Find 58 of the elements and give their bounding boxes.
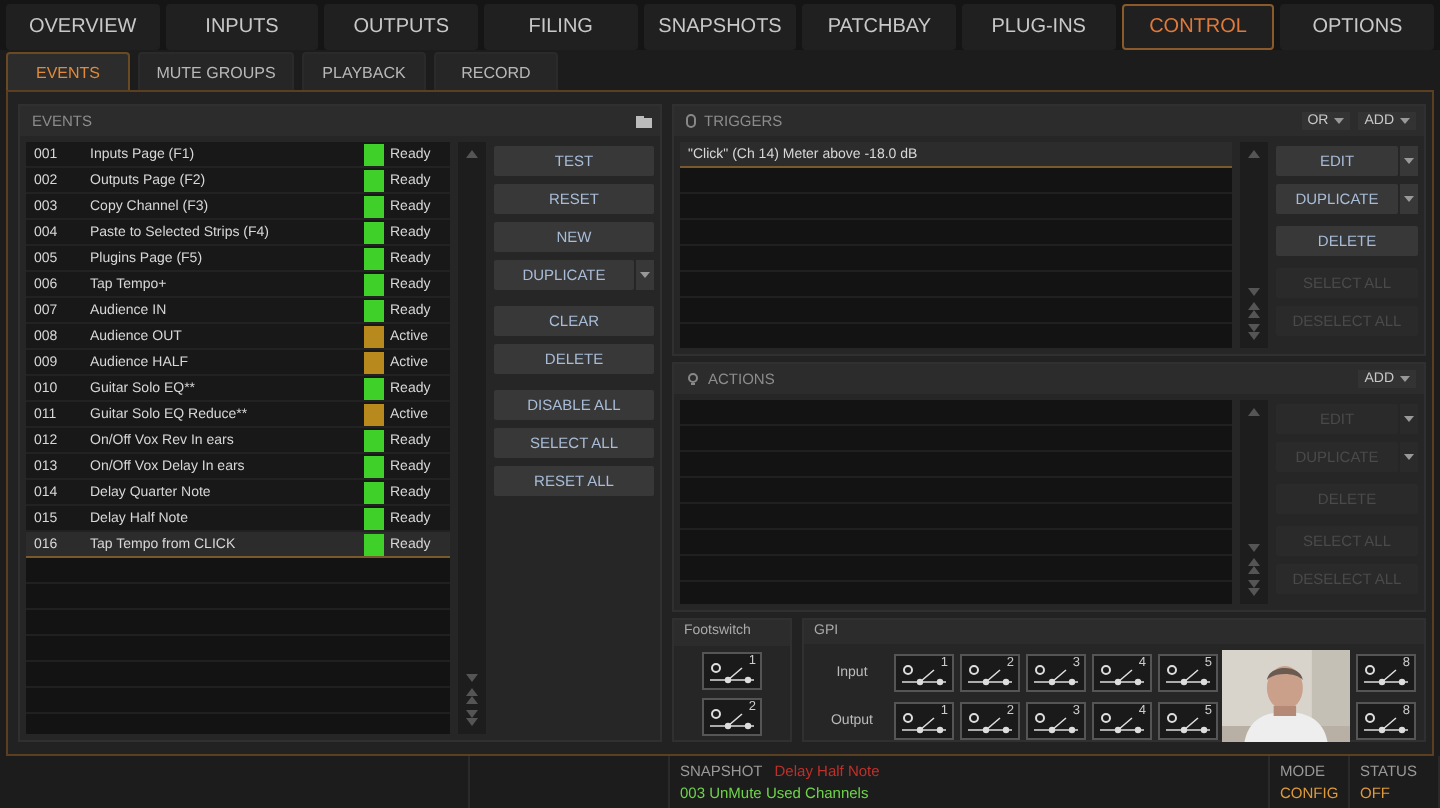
scroll-down-icon[interactable] (1248, 544, 1260, 552)
scroll-top-icon[interactable] (1248, 301, 1260, 317)
caret-icon (1404, 415, 1414, 421)
lightbulb-icon (686, 371, 700, 385)
switch-icon (1034, 712, 1078, 736)
scrollbar[interactable] (458, 142, 486, 734)
switch-icon (1100, 712, 1144, 736)
switch-icon (1364, 712, 1408, 736)
switch-icon (1166, 712, 1210, 736)
scroll-bottom-icon[interactable] (466, 710, 478, 726)
switch-icon (1034, 664, 1078, 688)
switch-icon (710, 707, 754, 731)
nav-tab[interactable]: SNAPSHOTS (643, 4, 797, 50)
scrollbar[interactable] (1240, 399, 1268, 604)
caret-icon (1404, 196, 1414, 202)
caret-icon (1400, 118, 1410, 124)
sub-tab[interactable]: MUTE GROUPS (138, 52, 294, 90)
scroll-up-icon[interactable] (1248, 407, 1260, 415)
nav-tab[interactable]: CONTROL (1121, 4, 1275, 50)
scroll-down-icon[interactable] (466, 674, 478, 682)
scroll-down-icon[interactable] (1248, 287, 1260, 295)
scroll-bottom-icon[interactable] (1248, 580, 1260, 596)
switch-icon (968, 712, 1012, 736)
scrollbar[interactable] (1240, 142, 1268, 347)
switch-icon (1364, 664, 1408, 688)
switch-icon (902, 664, 946, 688)
nav-tab[interactable]: PLUG-INS (962, 4, 1116, 50)
nav-tab[interactable]: OUTPUTS (324, 4, 479, 50)
dropdown-button[interactable] (1400, 184, 1418, 214)
mouse-icon (686, 114, 696, 128)
sub-tab[interactable]: RECORD (434, 52, 558, 90)
nav-tab[interactable]: PATCHBAY (802, 4, 957, 50)
dropdown-button[interactable] (1400, 441, 1418, 471)
switch-icon (1100, 664, 1144, 688)
switch-icon (902, 712, 946, 736)
caret-icon (1404, 453, 1414, 459)
dropdown-button[interactable] (1400, 146, 1418, 176)
scroll-top-icon[interactable] (1248, 558, 1260, 574)
scroll-up-icon[interactable] (466, 150, 478, 158)
scroll-top-icon[interactable] (466, 688, 478, 704)
sub-tab[interactable]: EVENTS (6, 52, 130, 90)
caret-icon (1404, 158, 1414, 164)
scroll-bottom-icon[interactable] (1248, 323, 1260, 339)
switch-icon (1166, 664, 1210, 688)
dropdown-button[interactable] (636, 260, 654, 290)
nav-tab[interactable]: INPUTS (165, 4, 319, 50)
sub-tab[interactable]: PLAYBACK (302, 52, 426, 90)
nav-tab[interactable]: OVERVIEW (6, 4, 160, 50)
folder-icon[interactable] (636, 115, 652, 127)
switch-icon (968, 664, 1012, 688)
dropdown-button[interactable] (1400, 403, 1418, 433)
scroll-up-icon[interactable] (1248, 150, 1260, 158)
caret-icon (640, 272, 650, 278)
caret-icon (1400, 375, 1410, 381)
nav-tab[interactable]: OPTIONS (1280, 4, 1435, 50)
caret-icon (1334, 118, 1345, 124)
nav-tab[interactable]: FILING (484, 4, 638, 50)
switch-icon (710, 661, 754, 685)
